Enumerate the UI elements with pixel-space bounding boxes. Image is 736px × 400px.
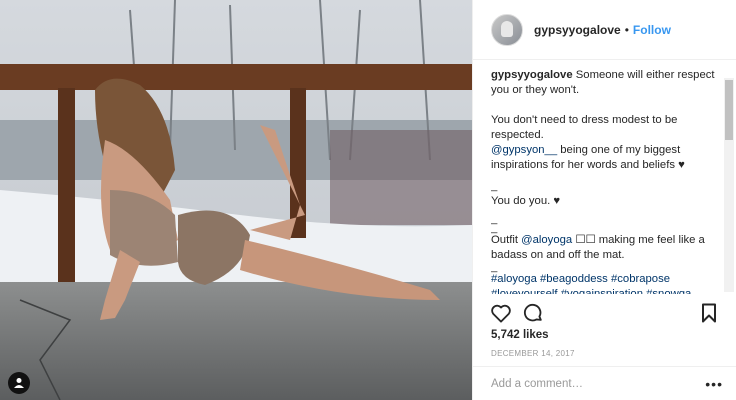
- header-separator: •: [624, 22, 629, 37]
- follow-button[interactable]: Follow: [633, 23, 671, 37]
- add-comment-bar: •••: [473, 366, 736, 400]
- yoga-photo-image: [0, 0, 472, 400]
- like-count[interactable]: 5,742 likes: [491, 329, 549, 341]
- mention-link[interactable]: @gypsyon__: [491, 144, 557, 156]
- post-photo[interactable]: [0, 0, 472, 400]
- user-tag-icon[interactable]: [8, 372, 30, 394]
- caption-area: gypsyyogalove Someone will either respec…: [491, 68, 719, 294]
- caption-dash-4: _: [491, 261, 498, 273]
- action-bar: [489, 300, 721, 326]
- more-options-icon[interactable]: •••: [705, 376, 723, 392]
- caption-username[interactable]: gypsyyogalove: [491, 69, 573, 81]
- bookmark-icon[interactable]: [697, 301, 721, 325]
- avatar[interactable]: [491, 13, 523, 46]
- caption-scrollbar[interactable]: [724, 78, 734, 292]
- post-side-panel: gypsyyogalove • Follow gypsyyogalove Som…: [472, 0, 736, 400]
- hashtags-links[interactable]: #aloyoga #beagoddess #cobrapose #loveyou…: [491, 272, 719, 294]
- caption-line-4: You do you. ♥: [491, 195, 561, 207]
- comment-icon[interactable]: [521, 301, 545, 325]
- header-username[interactable]: gypsyyogalove: [534, 23, 621, 37]
- outfit-prefix: Outfit: [491, 234, 522, 246]
- comment-input[interactable]: [491, 377, 706, 390]
- heart-icon[interactable]: [489, 301, 513, 325]
- scrollbar-thumb[interactable]: [725, 80, 733, 140]
- post-header: gypsyyogalove • Follow: [473, 0, 736, 60]
- caption-dash-1: _: [491, 180, 498, 192]
- post-date: December 14, 2017: [491, 349, 575, 358]
- caption-line-2: You don't need to dress modest to be res…: [491, 114, 678, 141]
- caption-dash-2: _: [491, 213, 498, 225]
- outfit-mention-link[interactable]: @aloyoga: [521, 234, 572, 246]
- caption-dash-3: _: [491, 222, 498, 234]
